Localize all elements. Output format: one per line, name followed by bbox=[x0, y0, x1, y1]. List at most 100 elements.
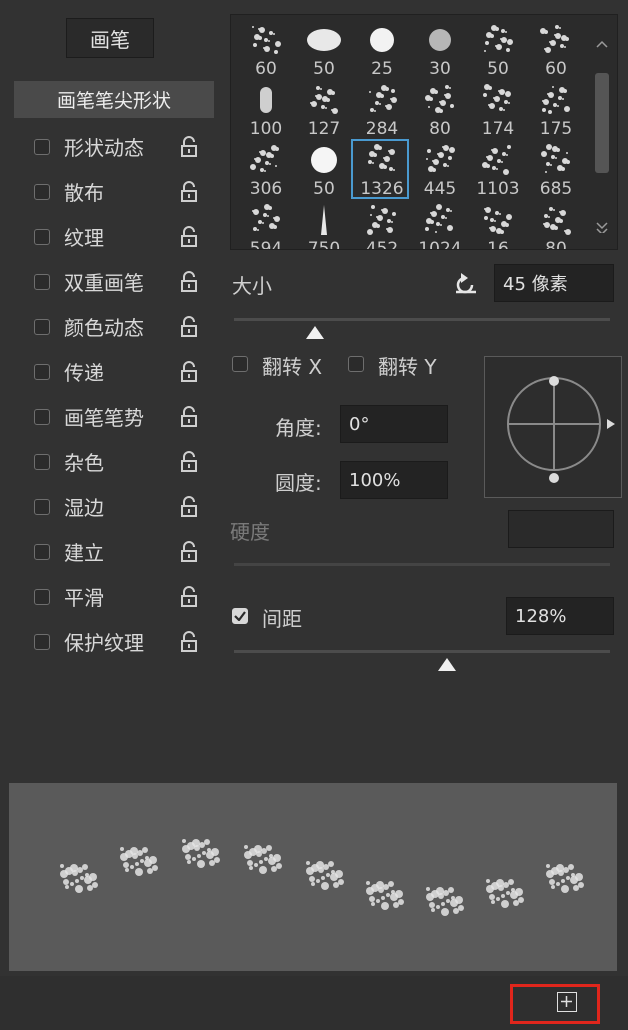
brush-thumbnail bbox=[542, 86, 570, 114]
brush-preset[interactable]: 175 bbox=[527, 81, 585, 141]
lock-icon[interactable] bbox=[179, 451, 199, 473]
brush-size-label: 60 bbox=[545, 59, 567, 79]
brush-preset[interactable]: 445 bbox=[411, 141, 469, 201]
lock-icon[interactable] bbox=[179, 271, 199, 293]
brush-option-item[interactable]: 建立 bbox=[14, 529, 214, 574]
brush-option-item[interactable]: 双重画笔 bbox=[14, 259, 214, 304]
brush-preset[interactable]: 80 bbox=[411, 81, 469, 141]
flip-x-checkbox[interactable] bbox=[232, 356, 248, 372]
brush-preset[interactable]: 1326 bbox=[351, 139, 411, 201]
brush-thumbnail bbox=[426, 145, 455, 172]
option-checkbox[interactable] bbox=[34, 498, 50, 515]
brush-thumbnail bbox=[541, 144, 570, 173]
option-label: 平滑 bbox=[64, 586, 104, 610]
option-checkbox[interactable] bbox=[34, 183, 50, 200]
brush-thumbnail bbox=[321, 205, 327, 235]
brush-option-item[interactable]: 形状动态 bbox=[14, 124, 214, 169]
brush-preset[interactable]: 25 bbox=[353, 21, 411, 81]
size-slider-thumb[interactable] bbox=[306, 326, 324, 339]
brush-preset-grid: 60 50 25 30 50 60 100 127 284 80 174 175 306 50 1326 44… bbox=[230, 14, 618, 250]
brush-preset[interactable]: 100 bbox=[237, 81, 295, 141]
brush-option-item[interactable]: 颜色动态 bbox=[14, 304, 214, 349]
lock-icon[interactable] bbox=[179, 586, 199, 608]
brushes-button[interactable]: 画笔 bbox=[66, 18, 154, 58]
roundness-input[interactable]: 100% bbox=[340, 461, 448, 499]
brush-preset[interactable]: 306 bbox=[237, 141, 295, 201]
lock-icon[interactable] bbox=[179, 136, 199, 158]
brush-option-item[interactable]: 湿边 bbox=[14, 484, 214, 529]
spacing-slider-thumb[interactable] bbox=[438, 658, 456, 671]
hardness-input bbox=[508, 510, 614, 548]
brush-preset[interactable]: 594 bbox=[237, 201, 295, 249]
angle-roundness-preview[interactable] bbox=[484, 356, 622, 498]
lock-icon[interactable] bbox=[179, 181, 199, 203]
brush-size-label: 175 bbox=[539, 119, 573, 139]
brush-preset[interactable]: 127 bbox=[295, 81, 353, 141]
brush-preset[interactable]: 174 bbox=[469, 81, 527, 141]
option-checkbox[interactable] bbox=[34, 363, 50, 380]
brush-option-item[interactable]: 平滑 bbox=[14, 574, 214, 619]
lock-icon[interactable] bbox=[179, 361, 199, 383]
brush-thumbnail bbox=[483, 84, 511, 111]
lock-icon[interactable] bbox=[179, 316, 199, 338]
option-checkbox[interactable] bbox=[34, 633, 50, 650]
brush-size-label: 306 bbox=[249, 179, 283, 199]
lock-icon[interactable] bbox=[179, 496, 199, 518]
option-checkbox[interactable] bbox=[34, 273, 50, 290]
spacing-label: 间距 bbox=[262, 607, 302, 631]
brush-preset[interactable]: 1103 bbox=[469, 141, 527, 201]
angle-input[interactable]: 0° bbox=[340, 405, 448, 443]
brush-preset[interactable]: 50 bbox=[295, 21, 353, 81]
brush-thumbnail bbox=[310, 86, 338, 114]
grid-scrollbar[interactable] bbox=[591, 33, 613, 233]
reset-icon[interactable] bbox=[452, 270, 480, 296]
option-label: 传递 bbox=[64, 361, 104, 385]
brush-option-item[interactable]: 散布 bbox=[14, 169, 214, 214]
brush-preset[interactable]: 452 bbox=[353, 201, 411, 249]
brush-size-label: 25 bbox=[371, 59, 393, 79]
lock-icon[interactable] bbox=[179, 631, 199, 653]
brush-preset[interactable]: 30 bbox=[411, 21, 469, 81]
option-label: 形状动态 bbox=[64, 136, 144, 160]
option-checkbox[interactable] bbox=[34, 543, 50, 560]
option-checkbox[interactable] bbox=[34, 318, 50, 335]
chevron-down-icon[interactable] bbox=[591, 217, 613, 233]
lock-icon[interactable] bbox=[179, 226, 199, 248]
size-input[interactable]: 45 像素 bbox=[494, 264, 614, 302]
spacing-input[interactable]: 128% bbox=[506, 597, 614, 635]
brush-size-label: 80 bbox=[429, 119, 451, 139]
brush-preset[interactable]: 60 bbox=[237, 21, 295, 81]
brush-preset[interactable]: 80 bbox=[527, 201, 585, 249]
brush-preset[interactable]: 16 bbox=[469, 201, 527, 249]
brush-preset[interactable]: 284 bbox=[353, 81, 411, 141]
brush-preset[interactable]: 60 bbox=[527, 21, 585, 81]
brush-option-item[interactable]: 传递 bbox=[14, 349, 214, 394]
option-checkbox[interactable] bbox=[34, 453, 50, 470]
brush-preset[interactable]: 1024 bbox=[411, 201, 469, 249]
brush-tip-shape-item[interactable]: 画笔笔尖形状 bbox=[14, 81, 214, 118]
brush-option-item[interactable]: 纹理 bbox=[14, 214, 214, 259]
spacing-slider-track[interactable] bbox=[234, 650, 610, 653]
brush-size-label: 174 bbox=[481, 119, 515, 139]
option-checkbox[interactable] bbox=[34, 138, 50, 155]
brush-preset[interactable]: 50 bbox=[469, 21, 527, 81]
spacing-checkbox[interactable] bbox=[232, 608, 248, 624]
option-checkbox[interactable] bbox=[34, 408, 50, 425]
create-new-preset-icon[interactable] bbox=[557, 992, 577, 1012]
option-checkbox[interactable] bbox=[34, 228, 50, 245]
brush-preset[interactable]: 685 bbox=[527, 141, 585, 201]
size-slider-track[interactable] bbox=[234, 318, 610, 321]
brush-thumbnail bbox=[252, 26, 281, 54]
scrollbar-thumb[interactable] bbox=[595, 73, 609, 173]
lock-icon[interactable] bbox=[179, 541, 199, 563]
option-label: 湿边 bbox=[64, 496, 104, 520]
brush-preset[interactable]: 750 bbox=[295, 201, 353, 250]
brush-option-item[interactable]: 杂色 bbox=[14, 439, 214, 484]
lock-icon[interactable] bbox=[179, 406, 199, 428]
option-checkbox[interactable] bbox=[34, 588, 50, 605]
brush-size-label: 750 bbox=[307, 239, 341, 250]
brush-option-item[interactable]: 保护纹理 bbox=[14, 619, 214, 664]
brush-option-item[interactable]: 画笔笔势 bbox=[14, 394, 214, 439]
brush-preset[interactable]: 50 bbox=[295, 141, 353, 201]
flip-y-checkbox[interactable] bbox=[348, 356, 364, 372]
